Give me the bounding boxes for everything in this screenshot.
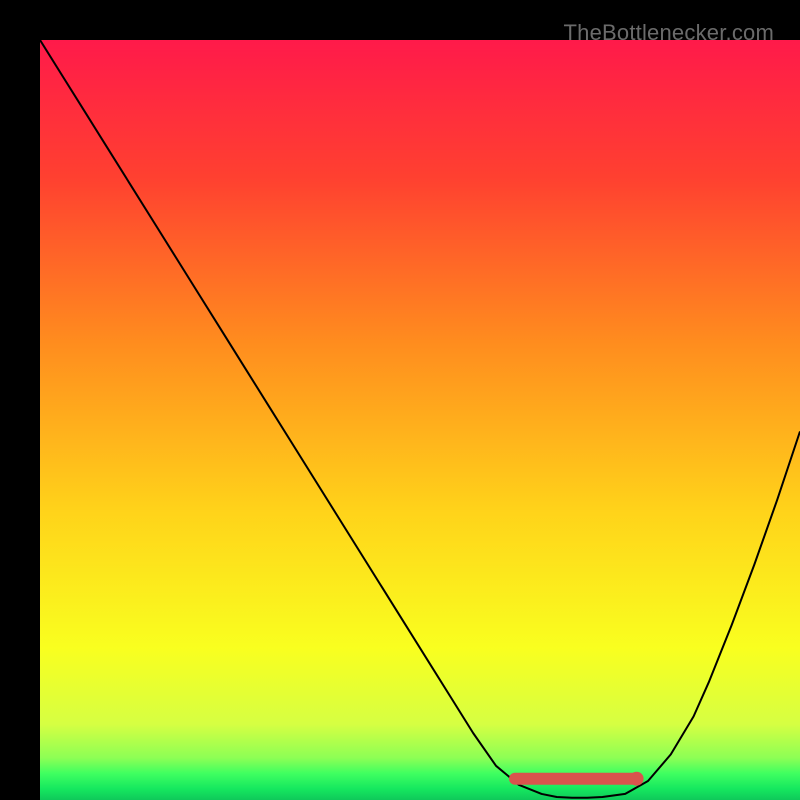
chart-frame: TheBottlenecker.com [20,20,780,780]
chart-plot [40,40,800,800]
chart-background [40,40,800,800]
watermark-text: TheBottlenecker.com [564,20,774,46]
optimal-band-end-dot [630,772,644,786]
